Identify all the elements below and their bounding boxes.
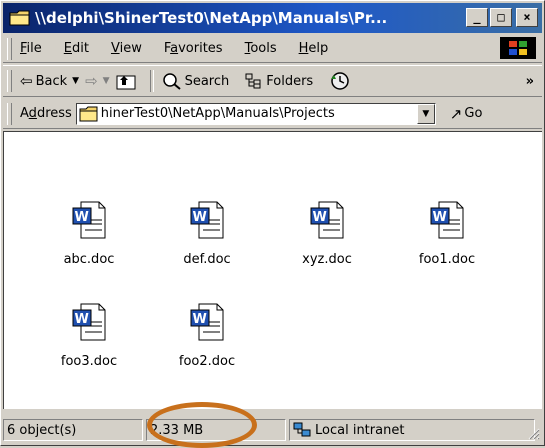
menu-help[interactable]: Help <box>299 41 329 56</box>
window-title: \\delphi\ShinerTest0\NetApp\Manuals\Pr..… <box>35 9 388 27</box>
file-item[interactable]: W foo2.doc <box>152 302 262 369</box>
svg-text:W: W <box>193 312 207 327</box>
forward-button[interactable]: ⇨ ▼ <box>85 72 110 90</box>
file-item[interactable]: W foo1.doc <box>392 200 502 267</box>
menu-file[interactable]: File <box>20 41 42 56</box>
resize-grip-icon[interactable] <box>526 426 540 440</box>
file-name: abc.doc <box>63 252 115 267</box>
word-document-icon: W <box>309 200 345 240</box>
toolbar-grip[interactable] <box>7 37 12 60</box>
back-button[interactable]: ⇦ Back ▼ <box>20 72 79 90</box>
address-value: hinerTest0\NetApp\Manuals\Projects <box>100 106 335 121</box>
svg-text:W: W <box>75 210 89 225</box>
folder-icon <box>79 106 98 121</box>
forward-dropdown-icon[interactable]: ▼ <box>103 76 110 86</box>
folders-button[interactable]: Folders <box>245 72 313 90</box>
address-bar: Address hinerTest0\NetApp\Manuals\Projec… <box>3 99 542 129</box>
file-item[interactable]: W def.doc <box>152 200 262 267</box>
standard-toolbar: ⇦ Back ▼ ⇨ ▼ Search Folders » <box>3 65 542 97</box>
word-document-icon: W <box>71 200 107 240</box>
forward-arrow-icon: ⇨ <box>85 72 98 90</box>
word-document-icon: W <box>189 302 225 342</box>
up-folder-button[interactable] <box>116 72 136 90</box>
menu-edit[interactable]: Edit <box>64 41 89 56</box>
address-dropdown-button[interactable]: ▼ <box>416 103 435 124</box>
explorer-window: \\delphi\ShinerTest0\NetApp\Manuals\Pr..… <box>0 0 545 448</box>
windows-logo-icon <box>500 37 536 59</box>
word-document-icon: W <box>429 200 465 240</box>
menu-view[interactable]: View <box>111 41 142 56</box>
file-name: def.doc <box>183 252 231 267</box>
menu-tools[interactable]: Tools <box>245 41 277 56</box>
search-button[interactable]: Search <box>162 72 229 90</box>
status-bar: 6 object(s) 2.33 MB Local intranet <box>3 417 542 443</box>
address-label: Address <box>20 106 72 121</box>
menu-bar: File Edit View Favorites Tools Help <box>3 35 542 63</box>
svg-text:W: W <box>75 312 89 327</box>
go-button[interactable]: ↗ Go <box>450 105 483 123</box>
search-icon <box>162 73 181 90</box>
history-button[interactable] <box>329 71 351 91</box>
word-document-icon: W <box>189 200 225 240</box>
toolbar-grip[interactable] <box>7 70 12 92</box>
back-dropdown-icon[interactable]: ▼ <box>72 76 79 86</box>
maximize-button[interactable]: □ <box>490 8 512 27</box>
file-name: foo2.doc <box>178 354 236 369</box>
back-arrow-icon: ⇦ <box>20 72 33 90</box>
file-item[interactable]: W xyz.doc <box>272 200 382 267</box>
svg-text:W: W <box>433 210 447 225</box>
file-name: foo1.doc <box>418 252 476 267</box>
status-zone: Local intranet <box>289 419 535 441</box>
address-input[interactable]: hinerTest0\NetApp\Manuals\Projects ▼ <box>75 102 436 125</box>
status-object-count: 6 object(s) <box>3 419 143 441</box>
folder-icon <box>9 9 31 27</box>
file-item[interactable]: W foo3.doc <box>34 302 144 369</box>
history-clock-icon <box>331 72 349 90</box>
menu-favorites[interactable]: Favorites <box>164 41 223 56</box>
close-button[interactable]: × <box>516 8 538 27</box>
svg-text:W: W <box>193 210 207 225</box>
minimize-button[interactable]: _ <box>466 8 488 27</box>
file-list-view[interactable]: W abc.doc W def.doc W xyz.doc W foo1.doc… <box>3 131 542 409</box>
toolbar-grip[interactable] <box>7 102 12 125</box>
title-bar[interactable]: \\delphi\ShinerTest0\NetApp\Manuals\Pr..… <box>3 3 542 33</box>
svg-text:W: W <box>313 210 327 225</box>
word-document-icon: W <box>71 302 107 342</box>
toolbar-separator <box>149 70 154 92</box>
go-arrow-icon: ↗ <box>449 104 463 123</box>
file-name: foo3.doc <box>60 354 118 369</box>
up-folder-icon <box>116 75 136 90</box>
folders-tree-icon <box>245 73 261 89</box>
status-size: 2.33 MB <box>146 419 286 441</box>
file-item[interactable]: W abc.doc <box>34 200 144 267</box>
toolbar-overflow-chevron-icon[interactable]: » <box>526 74 534 89</box>
file-name: xyz.doc <box>302 252 352 267</box>
local-intranet-icon <box>293 422 311 437</box>
